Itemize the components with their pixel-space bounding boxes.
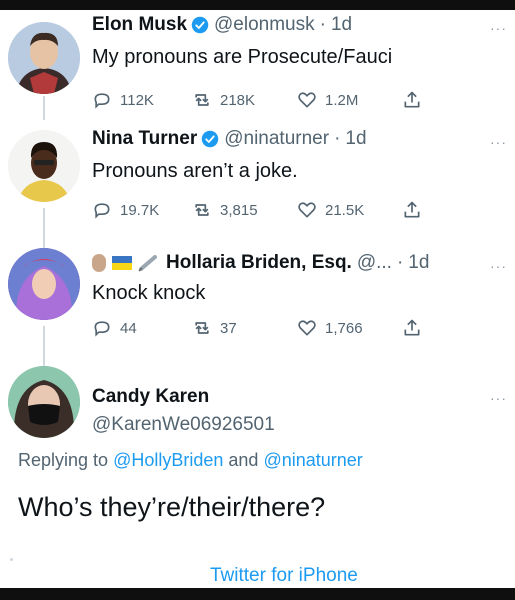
ukraine-flag-icon [112,256,132,270]
share-icon [404,91,420,108]
display-name[interactable]: Hollaria Briden, Esq. [166,252,352,274]
handle[interactable]: @... [357,252,392,274]
like-count: 1,766 [325,319,363,337]
display-name[interactable]: Nina Turner [92,128,197,150]
verified-badge-icon [191,16,209,34]
tweet-text: Pronouns aren’t a joke. [92,160,298,182]
timestamp[interactable]: 1d [408,252,429,274]
share-button[interactable] [402,318,430,338]
retweet-icon [195,204,209,216]
avatar[interactable] [8,248,80,320]
retweet-icon [195,94,209,106]
baby-emoji-icon [92,254,106,272]
share-icon [404,201,420,218]
syringe-icon [138,255,157,272]
reply-count: 19.7K [120,201,160,219]
share-button[interactable] [402,90,430,110]
reply-count: 44 [120,319,137,337]
retweet-button[interactable]: 3,815 [192,200,258,220]
share-button[interactable] [402,200,430,220]
like-count: 21.5K [325,201,365,219]
like-icon [298,320,316,336]
timestamp[interactable]: 1d [345,128,366,150]
share-icon [404,319,420,336]
divider-dot [10,558,13,561]
reply-icon [94,203,110,219]
replying-to-label: Replying to [18,450,109,470]
emoji-group [92,254,160,272]
more-options-icon[interactable]: ··· [490,134,507,150]
mention-link[interactable]: @ninaturner [263,450,362,470]
retweet-button[interactable]: 218K [192,90,255,110]
like-button[interactable]: 1,766 [297,318,363,338]
handle[interactable]: @KarenWe06926501 [92,414,275,436]
avatar[interactable] [8,22,80,94]
tweet-thread-screenshot: Elon Musk @elonmusk · 1d ··· My pronouns… [0,10,515,588]
like-button[interactable]: 21.5K [297,200,364,220]
verified-badge-icon [201,130,219,148]
like-button[interactable]: 1.2M [297,90,358,110]
tweet-text: Knock knock [92,282,206,304]
avatar[interactable] [8,130,80,202]
focused-tweet-text: Who’s they’re/their/there? [18,492,326,522]
avatar[interactable] [8,366,80,438]
separator-dot: · [396,252,404,273]
reply-button[interactable]: 19.7K [92,200,159,220]
reply-icon [94,321,110,337]
display-name[interactable]: Candy Karen [92,386,209,408]
more-options-icon[interactable]: ··· [490,20,507,36]
retweet-count: 218K [220,91,256,109]
retweet-count: 37 [220,319,237,337]
focused-tweet[interactable]: Candy Karen ··· @KarenWe06926501 [0,360,515,588]
action-bar: 112K 218K 1.2M [92,90,452,112]
reply-button[interactable]: 112K [92,90,154,110]
separator-dot: · [334,128,341,149]
action-bar: 19.7K 3,815 21.5K [92,200,452,222]
reply-button[interactable]: 44 [92,318,137,338]
and-label: and [228,450,259,470]
like-icon [298,92,316,108]
source-link[interactable]: Twitter for iPhone [210,565,358,587]
separator-dot: · [319,14,326,35]
like-count: 1.2M [325,91,359,109]
timestamp[interactable]: 1d [331,14,352,36]
replying-to-line: Replying to @HollyBriden and @ninaturner [18,450,363,471]
display-name[interactable]: Elon Musk [92,14,187,36]
retweet-icon [195,322,209,334]
more-options-icon[interactable]: ··· [490,390,507,406]
handle[interactable]: @elonmusk [214,14,315,36]
action-bar: 44 37 1,766 [92,318,452,340]
more-options-icon[interactable]: ··· [490,258,507,274]
tweet-text: My pronouns are Prosecute/Fauci [92,46,393,68]
reply-count: 112K [120,91,154,109]
handle[interactable]: @ninaturner [224,128,329,150]
retweet-count: 3,815 [220,201,258,219]
like-icon [298,202,316,218]
retweet-button[interactable]: 37 [192,318,237,338]
mention-link[interactable]: @HollyBriden [113,450,223,470]
reply-icon [94,93,110,109]
